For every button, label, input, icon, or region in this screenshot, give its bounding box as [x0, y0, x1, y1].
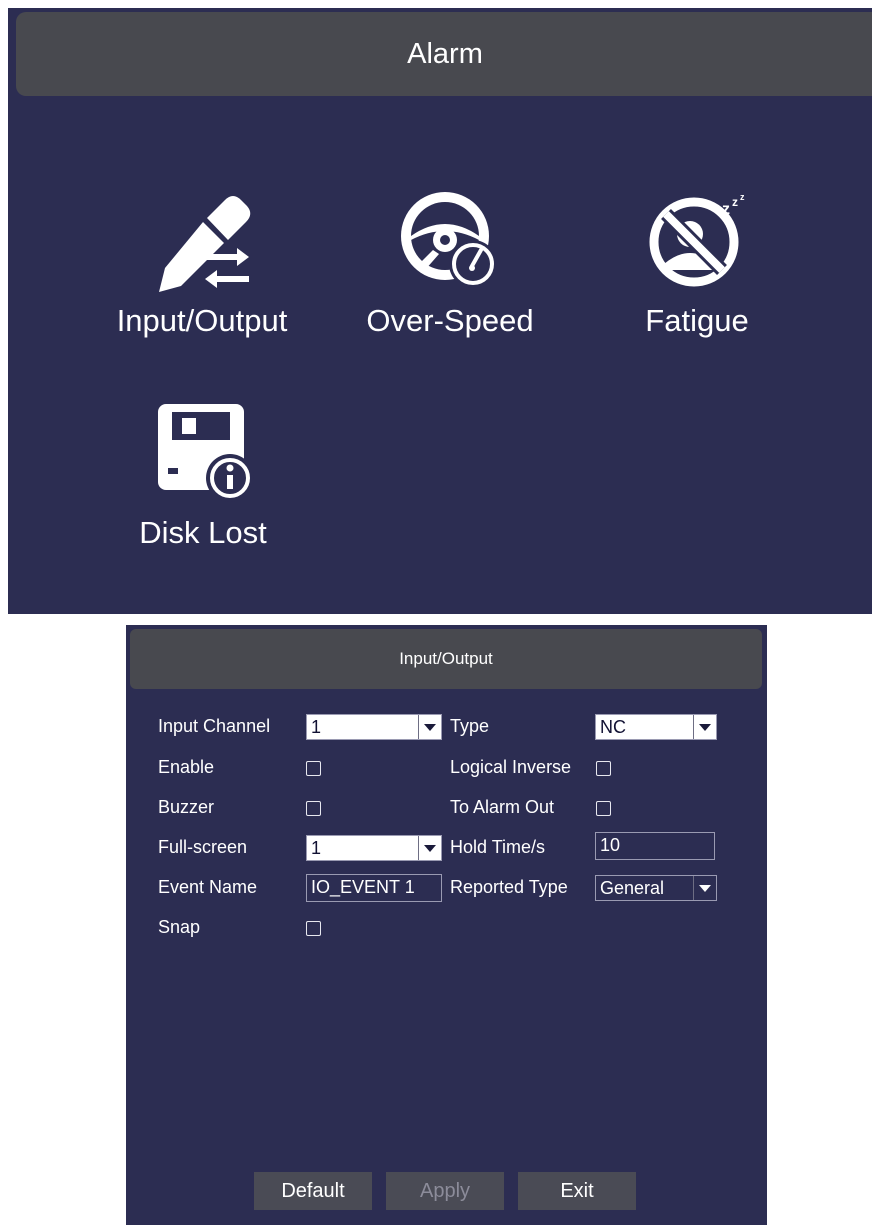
- input-channel-label: Input Channel: [158, 716, 271, 736]
- chevron-down-icon[interactable]: [693, 876, 716, 900]
- event-name-value: IO_EVENT 1: [311, 877, 415, 897]
- hold-time-value: 10: [600, 835, 621, 855]
- event-name-input[interactable]: IO_EVENT 1: [306, 874, 442, 902]
- logical-inverse-label: Logical Inverse: [450, 757, 572, 777]
- type-label: Type: [450, 716, 490, 736]
- pencil-arrows-icon: [159, 196, 251, 292]
- snap-label: Snap: [158, 917, 201, 937]
- reported-type-label: Reported Type: [450, 877, 568, 897]
- tile-input-output[interactable]: Input/Output: [102, 184, 302, 339]
- buzzer-checkbox[interactable]: [306, 801, 321, 816]
- alarm-menu-panel: Alarm Input/Output Over-Speed z z z Fati…: [8, 8, 872, 614]
- chevron-down-icon[interactable]: [418, 715, 441, 739]
- logical-inverse-checkbox[interactable]: [596, 761, 611, 776]
- default-button[interactable]: Default: [254, 1172, 372, 1210]
- hold-time-input[interactable]: 10: [595, 832, 715, 860]
- svg-text:z: z: [722, 201, 730, 218]
- hold-time-label: Hold Time/s: [450, 837, 546, 857]
- dialog-title: Input/Output: [399, 649, 493, 668]
- full-screen-value: 1: [311, 838, 322, 858]
- svg-text:z: z: [732, 195, 738, 209]
- enable-checkbox[interactable]: [306, 761, 321, 776]
- reported-type-value: General: [600, 878, 665, 898]
- event-name-label: Event Name: [158, 877, 258, 897]
- alarm-title-bar: Alarm: [16, 12, 872, 96]
- tile-fatigue[interactable]: z z z Fatigue: [597, 184, 797, 339]
- tile-label-over-speed: Over-Speed: [366, 303, 534, 338]
- input-channel-select[interactable]: 1: [306, 714, 442, 740]
- reported-type-select[interactable]: General: [595, 875, 717, 901]
- alarm-title: Alarm: [407, 37, 483, 70]
- tile-over-speed[interactable]: Over-Speed: [350, 184, 550, 339]
- full-screen-select[interactable]: 1: [306, 835, 442, 861]
- steering-speedometer-icon: [401, 192, 497, 288]
- chevron-down-icon[interactable]: [693, 715, 716, 739]
- type-value: NC: [600, 717, 626, 737]
- tile-label-disk-lost: Disk Lost: [139, 515, 267, 550]
- exit-button[interactable]: Exit: [518, 1172, 636, 1210]
- apply-button[interactable]: Apply: [386, 1172, 504, 1210]
- floppy-disk-info-icon: [158, 404, 254, 502]
- type-select[interactable]: NC: [595, 714, 717, 740]
- svg-text:z: z: [740, 192, 745, 202]
- full-screen-label: Full-screen: [158, 837, 248, 857]
- tile-label-fatigue: Fatigue: [645, 303, 749, 338]
- to-alarm-out-checkbox[interactable]: [596, 801, 611, 816]
- input-output-dialog: Input/Output Input Channel 1 Type NC Ena…: [126, 625, 767, 1225]
- input-channel-value: 1: [311, 717, 322, 737]
- chevron-down-icon[interactable]: [418, 836, 441, 860]
- tile-disk-lost[interactable]: Disk Lost: [103, 396, 303, 551]
- to-alarm-out-label: To Alarm Out: [450, 797, 555, 817]
- no-sleeping-icon: z z z: [649, 192, 745, 287]
- buzzer-label: Buzzer: [158, 797, 215, 817]
- enable-label: Enable: [158, 757, 215, 777]
- tile-label-input-output: Input/Output: [116, 303, 288, 338]
- snap-checkbox[interactable]: [306, 921, 321, 936]
- dialog-title-bar: Input/Output: [130, 629, 762, 689]
